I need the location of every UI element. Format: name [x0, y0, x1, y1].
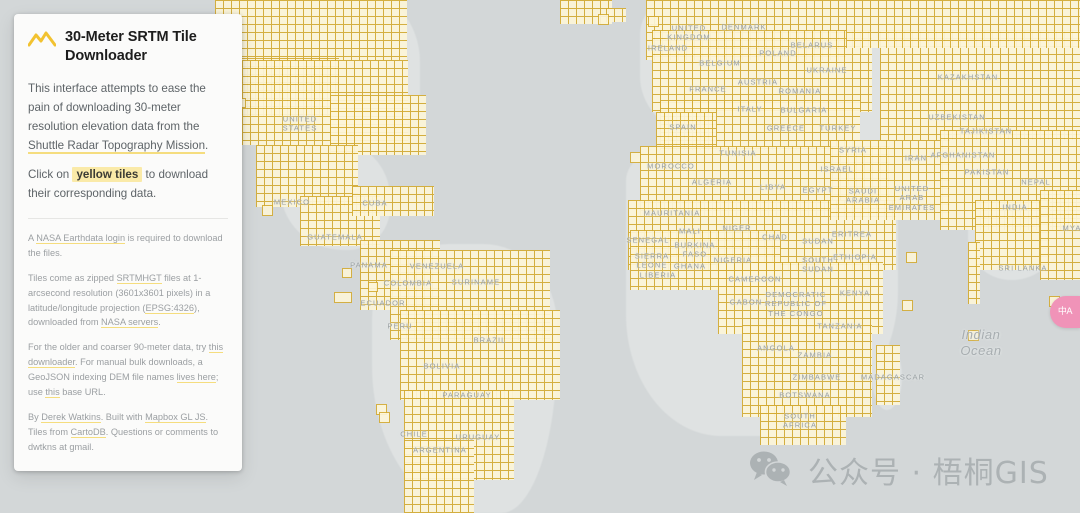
tile-island-tile-5[interactable] [368, 282, 378, 292]
older-data-note-text-0: For the older and coarser 90-meter data,… [28, 342, 209, 353]
tile-group-maldives-chain[interactable] [968, 242, 980, 304]
credits-note-link-5[interactable]: CartoDB [70, 426, 106, 438]
fine-print-section: A NASA Earthdata login is required to do… [28, 231, 228, 455]
login-note-text-0: A [28, 232, 37, 243]
tile-island-tile-2[interactable] [262, 205, 273, 216]
tile-island-tile-9[interactable] [648, 16, 659, 27]
format-note-link-3[interactable]: EPSG:4326 [145, 302, 195, 314]
format-note: Tiles come as zipped SRTMHGT files at 1-… [28, 271, 228, 331]
srtm-link[interactable]: Shuttle Radar Topography Mission [28, 138, 206, 154]
translate-icon: 中A [1057, 306, 1073, 317]
tile-group-iceland[interactable] [606, 8, 626, 22]
yellow-tiles-highlight: yellow tiles [72, 167, 143, 183]
credits-note-text-2: . Built with [100, 412, 146, 422]
tile-group-india-peninsula[interactable] [975, 200, 1050, 270]
older-data-note-text-6: base URL. [59, 387, 106, 398]
tile-island-tile-8[interactable] [630, 152, 641, 163]
intro-text-after: . [205, 138, 209, 152]
tile-group-iberia[interactable] [656, 112, 716, 148]
tile-island-tile-11[interactable] [968, 330, 979, 341]
mountain-peaks-icon [27, 31, 57, 52]
page-title: 30-Meter SRTM Tile Downloader [65, 29, 197, 65]
panel-header: 30-Meter SRTM Tile Downloader [27, 28, 228, 66]
tile-group-southern-africa[interactable] [742, 325, 872, 417]
older-data-note-link-3[interactable]: lives here [176, 372, 216, 384]
credits-note: By Derek Watkins. Built with Mapbox GL J… [28, 410, 228, 455]
login-note-link-1[interactable]: NASA Earthdata login [36, 232, 126, 244]
tile-group-asia-north[interactable] [846, 0, 1080, 48]
tile-group-middle-east[interactable] [830, 140, 950, 220]
credits-note-text-0: By [28, 412, 42, 422]
tile-island-tile-3[interactable] [342, 268, 352, 278]
intro-text-before: This interface attempts to ease the pain… [28, 82, 206, 133]
translate-button[interactable]: 中A [1050, 296, 1080, 328]
panel-divider [28, 217, 228, 219]
click-instruction: Click on yellow tiles to download their … [28, 166, 228, 204]
credits-note-link-3[interactable]: Mapbox GL JS [145, 412, 206, 423]
format-note-link-5[interactable]: NASA servers [101, 317, 159, 329]
tile-island-tile-13[interactable] [902, 300, 913, 311]
tile-group-madagascar-tiles[interactable] [876, 345, 900, 405]
tile-island-tile-10[interactable] [906, 252, 917, 263]
tile-group-south-africa-tip[interactable] [760, 405, 846, 445]
tile-island-tile-4[interactable] [334, 292, 352, 303]
tile-group-indochina[interactable] [1040, 190, 1080, 280]
tile-group-andes-south[interactable] [404, 440, 474, 513]
tile-group-caribbean[interactable] [352, 186, 434, 216]
click-text-before: Click on [28, 168, 73, 182]
older-data-note: For the older and coarser 90-meter data,… [28, 340, 228, 400]
srtm-tile-downloader-app: UNITED STATES MEXICO CUBA GUATEMALA PANAMA VE… [0, 0, 1080, 513]
tile-island-tile-7[interactable] [379, 412, 390, 423]
login-note: A NASA Earthdata login is required to do… [28, 231, 228, 261]
format-note-text-6: . [158, 317, 161, 328]
tile-group-north-america-main[interactable] [215, 0, 407, 60]
tile-island-tile-12[interactable] [598, 14, 609, 25]
tile-group-central-africa[interactable] [718, 262, 883, 334]
credits-note-link-1[interactable]: Derek Watkins [41, 412, 101, 423]
format-note-link-1[interactable]: SRTMHGT [116, 272, 162, 284]
map-label-indian-ocean: Indian Ocean [960, 326, 1002, 358]
info-panel: 30-Meter SRTM Tile Downloader This inter… [14, 14, 242, 471]
intro-paragraph: This interface attempts to ease the pain… [28, 80, 228, 155]
older-data-note-link-5[interactable]: this [45, 387, 60, 399]
tile-group-brazil-block[interactable] [400, 310, 560, 400]
format-note-text-0: Tiles come as zipped [28, 272, 117, 283]
